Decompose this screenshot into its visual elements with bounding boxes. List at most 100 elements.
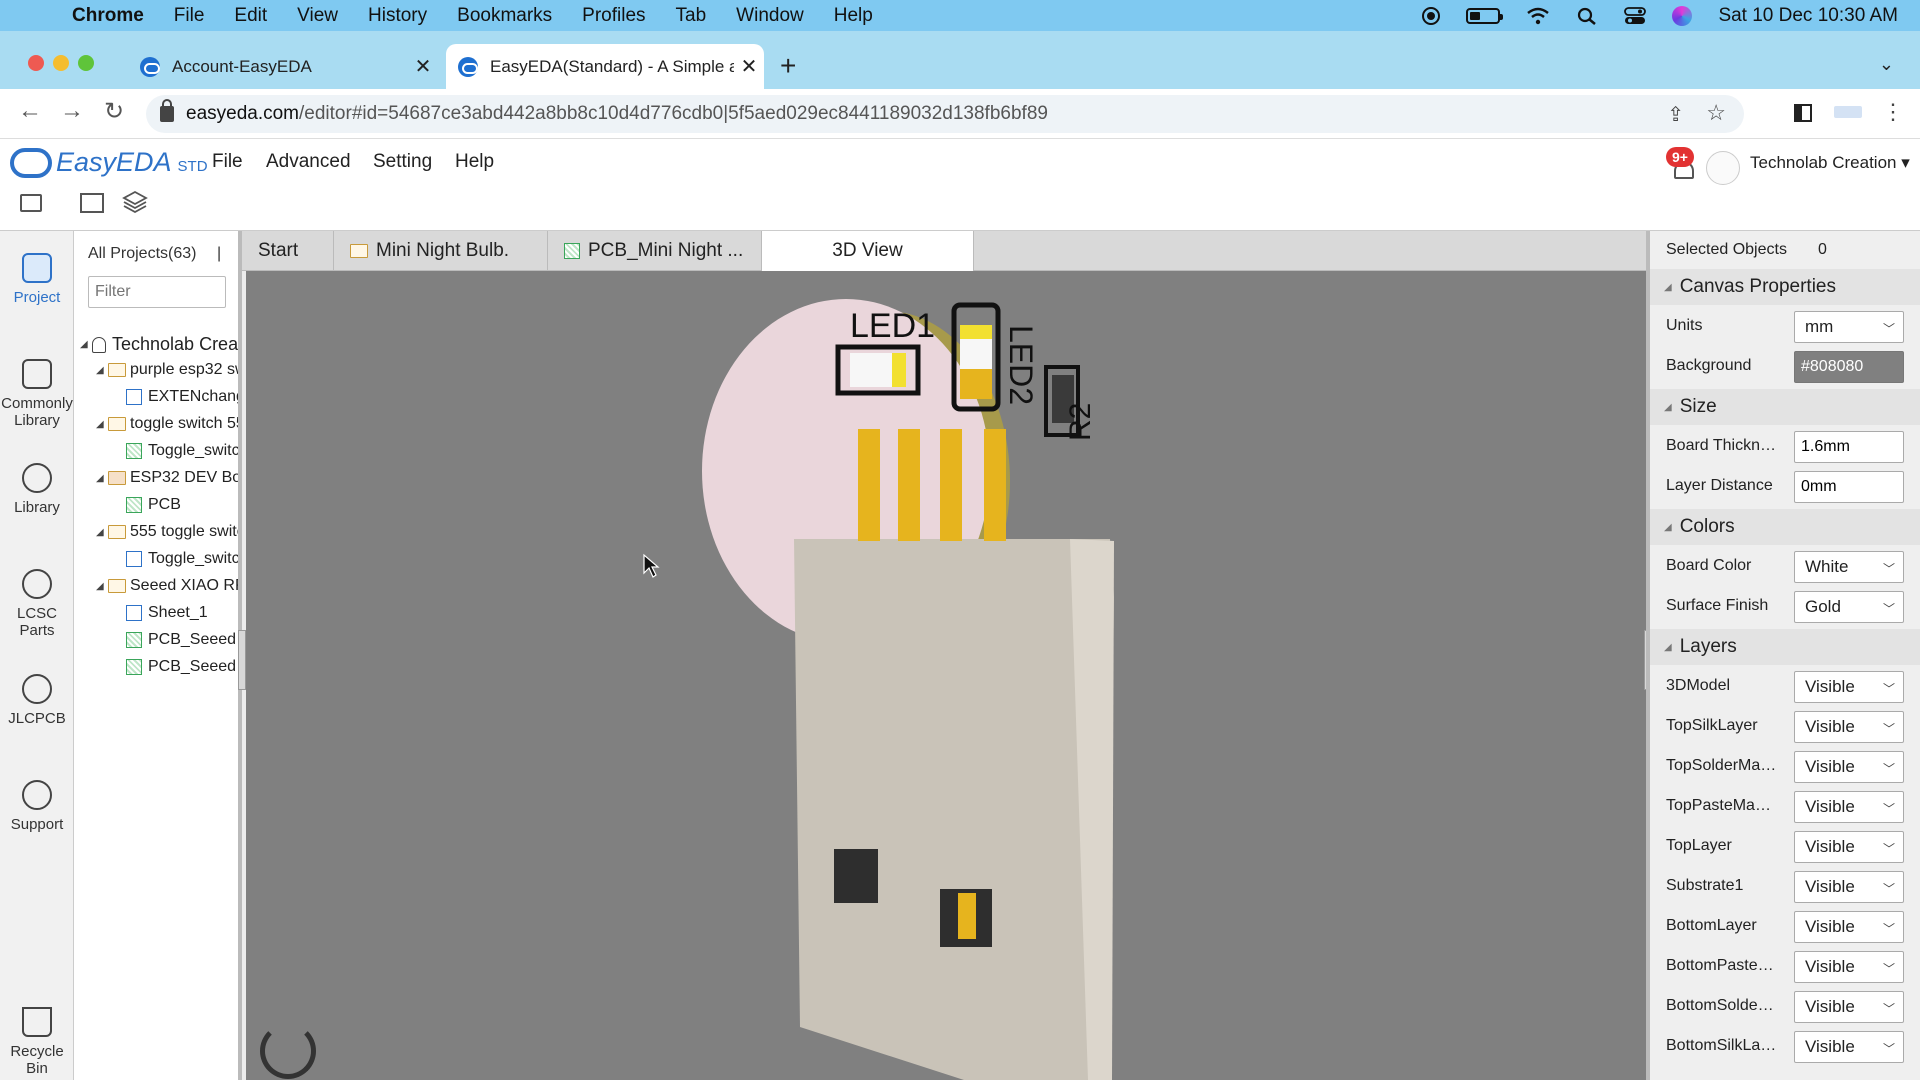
expand-arrow-icon[interactable]: ◢ bbox=[80, 339, 92, 350]
sidebar-item-support[interactable]: Support bbox=[0, 780, 74, 833]
mac-menu-help[interactable]: Help bbox=[834, 5, 873, 27]
mac-menu-bookmarks[interactable]: Bookmarks bbox=[457, 5, 552, 27]
window-zoom-button[interactable] bbox=[78, 55, 94, 71]
sidebar-item-library[interactable]: Library bbox=[0, 463, 74, 516]
tree-item[interactable]: EXTENchange bbox=[126, 388, 238, 406]
tab-all-projects[interactable]: All Projects(63) bbox=[88, 245, 196, 262]
wifi-icon[interactable] bbox=[1526, 7, 1550, 25]
tab-search-chevron-icon[interactable]: ⌄ bbox=[1879, 54, 1894, 75]
mac-menu-window[interactable]: Window bbox=[736, 5, 804, 27]
eda-menu-advanced[interactable]: Advanced bbox=[266, 151, 351, 173]
close-icon[interactable]: ✕ bbox=[408, 54, 438, 79]
eda-menu-help[interactable]: Help bbox=[455, 151, 494, 173]
sidebar-item-recycle-bin[interactable]: Recycle Bin bbox=[0, 1007, 74, 1077]
filter-input[interactable] bbox=[88, 276, 226, 308]
layer-visibility-select[interactable]: Visible ﹀ bbox=[1794, 991, 1904, 1023]
expand-arrow-icon[interactable]: ◢ bbox=[96, 527, 108, 538]
layer-visibility-select[interactable]: Visible ﹀ bbox=[1794, 951, 1904, 983]
mac-datetime[interactable]: Sat 10 Dec 10:30 AM bbox=[1718, 5, 1898, 27]
address-bar[interactable]: easyeda.com/editor#id=54687ce3abd442a8bb… bbox=[146, 95, 1744, 133]
mac-menu-file[interactable]: File bbox=[174, 5, 205, 27]
layers-icon[interactable] bbox=[122, 189, 148, 213]
layer-visibility-select[interactable]: Visible ﹀ bbox=[1794, 791, 1904, 823]
avatar[interactable] bbox=[1706, 151, 1740, 185]
layer-visibility-select[interactable]: Visible ﹀ bbox=[1794, 711, 1904, 743]
3d-view-canvas[interactable]: LED1 LED2 R2 bbox=[246, 271, 1646, 1080]
tree-item[interactable]: Toggle_switch bbox=[126, 550, 238, 568]
notifications-button[interactable]: 9+ bbox=[1666, 147, 1706, 187]
tree-item[interactable]: ◢ toggle switch 555 bbox=[96, 415, 238, 433]
expand-arrow-icon[interactable]: ◢ bbox=[96, 581, 108, 592]
tree-item[interactable]: Sheet_1 bbox=[126, 604, 208, 622]
layer-visibility-select[interactable]: Visible ﹀ bbox=[1794, 911, 1904, 943]
easyeda-logo[interactable]: EasyEDA STD bbox=[10, 147, 208, 178]
tab-pcb-mini-night[interactable]: PCB_Mini Night ... bbox=[548, 231, 762, 271]
window-close-button[interactable] bbox=[28, 55, 44, 71]
section-canvas-properties[interactable]: ◢ Canvas Properties bbox=[1650, 269, 1920, 305]
browser-menu-icon[interactable]: ⋮ bbox=[1882, 99, 1904, 125]
siri-icon[interactable] bbox=[1672, 5, 1693, 26]
sidebar-item-project[interactable]: Project bbox=[0, 253, 74, 306]
mac-menu-profiles[interactable]: Profiles bbox=[582, 5, 645, 27]
tab-mini-night-bulb[interactable]: Mini Night Bulb. bbox=[334, 231, 548, 271]
expand-arrow-icon[interactable]: ◢ bbox=[96, 473, 108, 484]
tree-item[interactable]: PCB bbox=[126, 496, 181, 514]
section-colors[interactable]: ◢ Colors bbox=[1650, 509, 1920, 545]
tree-item[interactable]: ◢ purple esp32 switch bbox=[96, 361, 238, 379]
eda-menu-setting[interactable]: Setting bbox=[373, 151, 432, 173]
layer-visibility-select[interactable]: Visible ﹀ bbox=[1794, 751, 1904, 783]
user-menu[interactable]: Technolab Creation ▾ bbox=[1750, 153, 1910, 173]
layer-visibility-select[interactable]: Visible ﹀ bbox=[1794, 871, 1904, 903]
reload-icon[interactable]: ↻ bbox=[104, 97, 124, 126]
left-panel-splitter[interactable] bbox=[238, 630, 246, 690]
layer-visibility-select[interactable]: Visible ﹀ bbox=[1794, 1031, 1904, 1063]
expand-arrow-icon[interactable]: ◢ bbox=[96, 365, 108, 376]
mac-menu-app[interactable]: Chrome bbox=[72, 5, 144, 27]
bookmark-star-icon[interactable]: ☆ bbox=[1706, 100, 1726, 126]
tree-root[interactable]: ◢ Technolab Creation bbox=[80, 334, 238, 355]
section-size[interactable]: ◢ Size bbox=[1650, 389, 1920, 425]
close-icon[interactable]: ✕ bbox=[734, 54, 764, 79]
image-export-icon[interactable] bbox=[80, 193, 104, 213]
window-minimize-button[interactable] bbox=[53, 55, 69, 71]
tree-item[interactable]: ◢ Seeed XIAO RP2040 bbox=[96, 577, 238, 595]
new-tab-plus-icon[interactable]: + bbox=[780, 50, 796, 82]
browser-tab-account[interactable]: Account-EasyEDA ✕ bbox=[128, 44, 438, 89]
forward-arrow-icon[interactable]: → bbox=[60, 97, 84, 125]
browser-tab-editor[interactable]: EasyEDA(Standard) - A Simple and Powerfu… bbox=[446, 44, 764, 89]
units-select[interactable]: mm ﹀ bbox=[1794, 311, 1904, 343]
spotlight-search-icon[interactable] bbox=[1576, 7, 1598, 25]
back-arrow-icon[interactable]: ← bbox=[18, 97, 42, 125]
control-center-icon[interactable] bbox=[1624, 6, 1647, 25]
tree-item[interactable]: ◢ 555 toggle switch bbox=[96, 523, 238, 541]
tree-item[interactable]: Toggle_switch bbox=[126, 442, 238, 460]
extension-icon[interactable] bbox=[1834, 106, 1862, 118]
sidebar-item-lcsc-parts[interactable]: LCSC Parts bbox=[0, 569, 74, 639]
mac-menu-view[interactable]: View bbox=[297, 5, 338, 27]
layer-visibility-select[interactable]: Visible ﹀ bbox=[1794, 671, 1904, 703]
folder-icon[interactable] bbox=[20, 194, 42, 212]
mac-menu-history[interactable]: History bbox=[368, 5, 427, 27]
board-color-select[interactable]: White ﹀ bbox=[1794, 551, 1904, 583]
reset-view-icon[interactable] bbox=[260, 1023, 316, 1079]
layer-distance-input[interactable] bbox=[1794, 471, 1904, 503]
tree-item[interactable]: PCB_Seeed bbox=[126, 631, 236, 649]
mac-menu-edit[interactable]: Edit bbox=[234, 5, 267, 27]
share-icon[interactable]: ⇪ bbox=[1667, 102, 1684, 127]
eda-menu-file[interactable]: File bbox=[212, 151, 243, 173]
tree-item[interactable]: ◢ ESP32 DEV Board bbox=[96, 469, 238, 487]
tab-3d-view[interactable]: 3D View bbox=[762, 231, 974, 271]
3d-model[interactable]: LED1 LED2 R2 bbox=[246, 271, 1646, 1080]
mac-menu-tab[interactable]: Tab bbox=[676, 5, 707, 27]
tree-item[interactable]: PCB_Seeed bbox=[126, 658, 236, 676]
sidebar-item-commonly-library[interactable]: Commonly Library bbox=[0, 359, 74, 429]
screen-record-icon[interactable] bbox=[1422, 6, 1441, 25]
layer-visibility-select[interactable]: Visible ﹀ bbox=[1794, 831, 1904, 863]
board-thickness-input[interactable] bbox=[1794, 431, 1904, 463]
side-panel-icon[interactable] bbox=[1794, 104, 1812, 122]
surface-finish-select[interactable]: Gold ﹀ bbox=[1794, 591, 1904, 623]
sidebar-item-jlcpcb[interactable]: JLCPCB bbox=[0, 674, 74, 727]
tab-start[interactable]: Start bbox=[242, 231, 334, 271]
expand-arrow-icon[interactable]: ◢ bbox=[96, 419, 108, 430]
battery-icon[interactable] bbox=[1466, 7, 1504, 24]
